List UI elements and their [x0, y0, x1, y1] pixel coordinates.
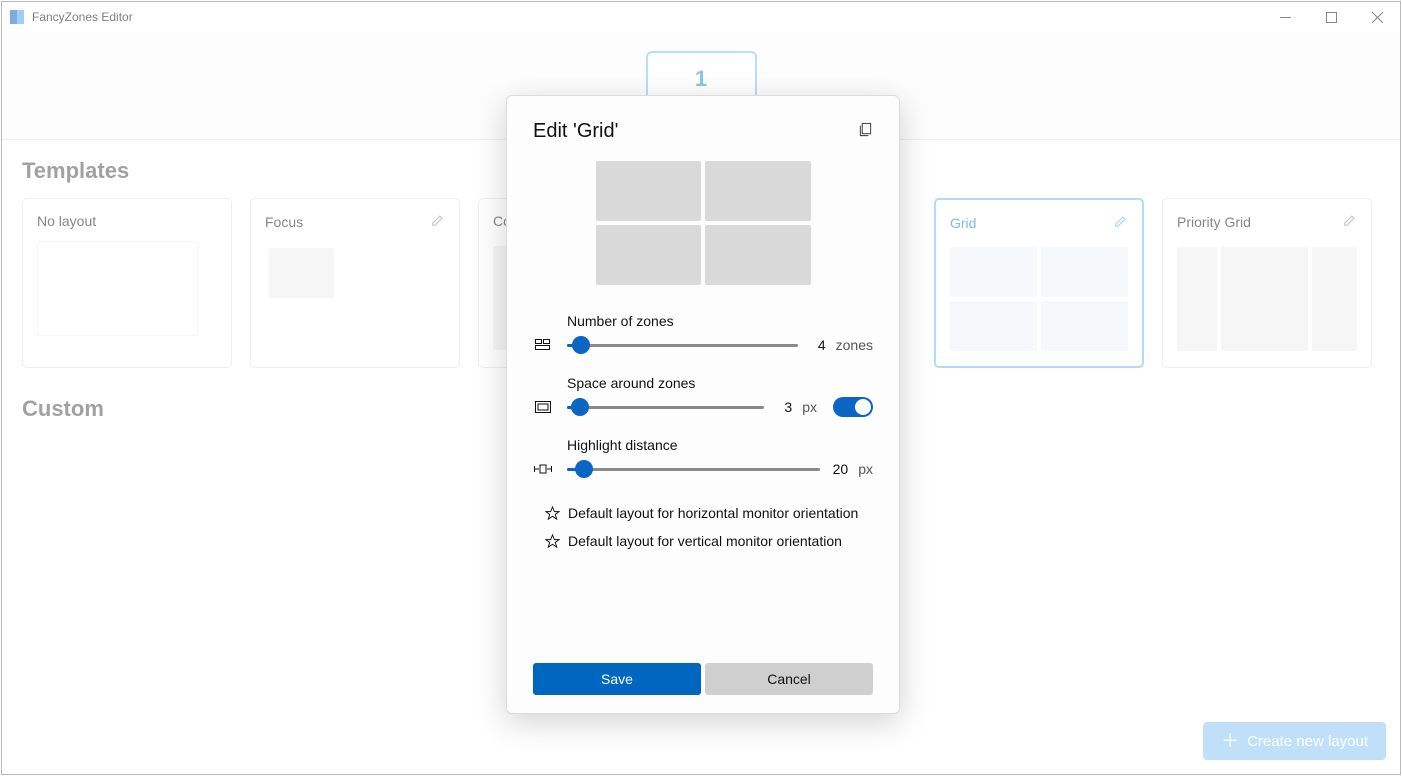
save-button[interactable]: Save	[533, 663, 701, 695]
dialog-title: Edit 'Grid'	[533, 120, 618, 143]
space-icon	[533, 401, 553, 413]
zones-icon	[533, 339, 553, 351]
zones-unit: zones	[836, 337, 873, 353]
space-value: 3	[774, 399, 792, 415]
star-icon	[545, 506, 560, 521]
highlight-unit: px	[858, 461, 873, 477]
copy-icon	[858, 122, 873, 137]
duplicate-button[interactable]	[858, 122, 873, 142]
cancel-button[interactable]: Cancel	[705, 663, 873, 695]
zones-value: 4	[808, 337, 826, 353]
space-unit: px	[802, 399, 817, 415]
space-toggle[interactable]	[833, 397, 873, 417]
highlight-value: 20	[830, 461, 848, 477]
zones-label: Number of zones	[567, 313, 873, 329]
edit-layout-dialog: Edit 'Grid' Number of zones	[506, 95, 900, 714]
star-icon	[545, 534, 560, 549]
app-window: FancyZones Editor 1 3000 x 2000 Template…	[1, 1, 1401, 775]
highlight-slider[interactable]	[567, 459, 820, 479]
highlight-icon	[533, 463, 553, 475]
highlight-label: Highlight distance	[567, 437, 873, 453]
space-slider[interactable]	[567, 397, 764, 417]
dialog-layout-preview	[596, 161, 811, 285]
option-label: Default layout for vertical monitor orie…	[568, 533, 842, 549]
default-horizontal-option[interactable]: Default layout for horizontal monitor or…	[545, 505, 873, 521]
zones-slider[interactable]	[567, 335, 798, 355]
default-vertical-option[interactable]: Default layout for vertical monitor orie…	[545, 533, 873, 549]
space-label: Space around zones	[567, 375, 873, 391]
option-label: Default layout for horizontal monitor or…	[568, 505, 858, 521]
